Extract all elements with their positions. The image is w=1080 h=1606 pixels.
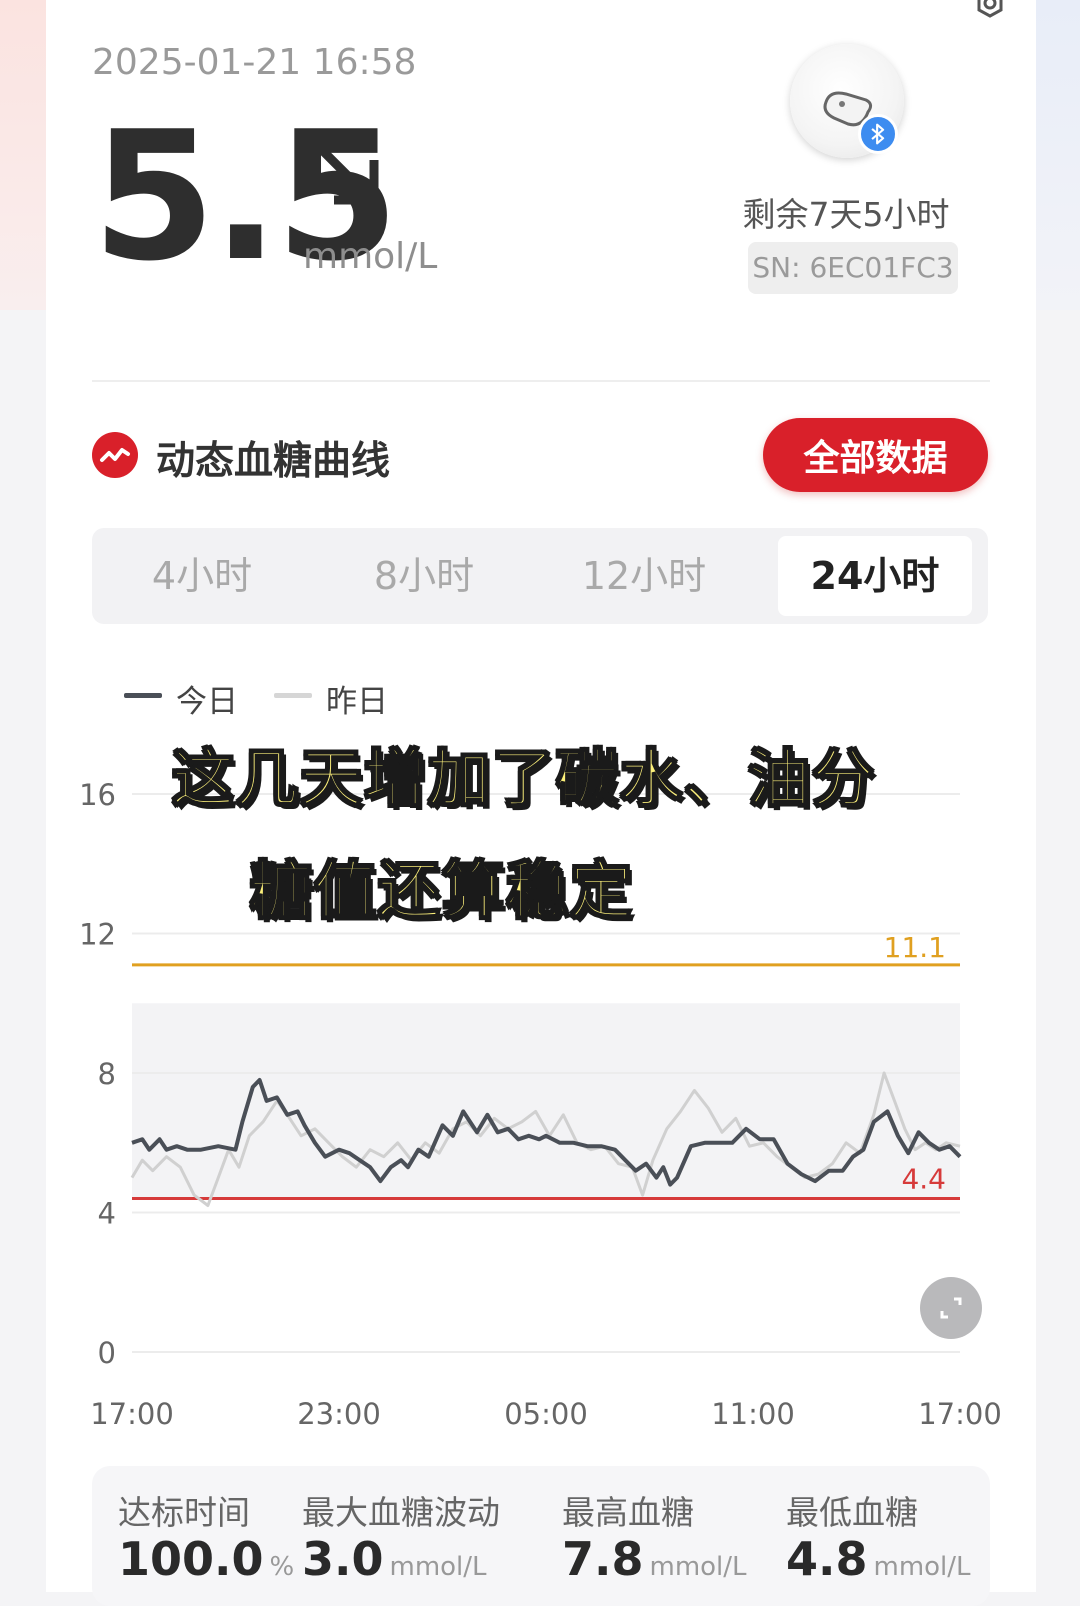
stat-max-glucose-value: 7.8 bbox=[562, 1532, 644, 1586]
stat-tir: 100.0% bbox=[118, 1532, 294, 1586]
x-tick-label: 17:00 bbox=[90, 1397, 174, 1431]
stat-min-glucose-unit: mmol/L bbox=[873, 1552, 971, 1582]
stat-max-fluctuation-value: 3.0 bbox=[302, 1532, 384, 1586]
y-tick-label: 16 bbox=[79, 778, 116, 812]
low-threshold-label: 4.4 bbox=[901, 1163, 946, 1196]
stat-max-glucose-unit: mmol/L bbox=[649, 1552, 747, 1582]
x-tick-label: 17:00 bbox=[918, 1397, 1002, 1431]
x-tick-label: 05:00 bbox=[504, 1397, 588, 1431]
expand-chart-button[interactable] bbox=[920, 1277, 982, 1339]
stat-label-min-glucose: 最低血糖 bbox=[786, 1493, 918, 1532]
x-tick-label: 23:00 bbox=[297, 1397, 381, 1431]
stat-min-glucose-value: 4.8 bbox=[786, 1532, 868, 1586]
stat-label-max-fluctuation: 最大血糖波动 bbox=[302, 1493, 500, 1532]
y-tick-label: 4 bbox=[98, 1197, 116, 1231]
stat-label-tir: 达标时间 bbox=[118, 1493, 250, 1532]
stat-max-fluctuation-unit: mmol/L bbox=[389, 1552, 487, 1582]
y-tick-label: 0 bbox=[98, 1336, 116, 1370]
expand-icon bbox=[940, 1297, 962, 1319]
y-tick-label: 12 bbox=[79, 918, 116, 952]
stat-label-max-glucose: 最高血糖 bbox=[562, 1493, 694, 1532]
stat-tir-unit: % bbox=[269, 1552, 295, 1582]
overlay-caption-line1: 这几天增加了碳水、油分 bbox=[171, 741, 877, 816]
stat-tir-value: 100.0 bbox=[118, 1532, 264, 1586]
stat-max-fluctuation: 3.0 mmol/L bbox=[302, 1532, 487, 1586]
stat-min-glucose: 4.8 mmol/L bbox=[786, 1532, 971, 1586]
high-threshold-label: 11.1 bbox=[884, 931, 946, 964]
stat-max-glucose: 7.8 mmol/L bbox=[562, 1532, 747, 1586]
x-tick-label: 11:00 bbox=[711, 1397, 795, 1431]
y-tick-label: 8 bbox=[98, 1057, 116, 1091]
overlay-caption-line2: 糖值还算稳定 bbox=[249, 853, 635, 928]
